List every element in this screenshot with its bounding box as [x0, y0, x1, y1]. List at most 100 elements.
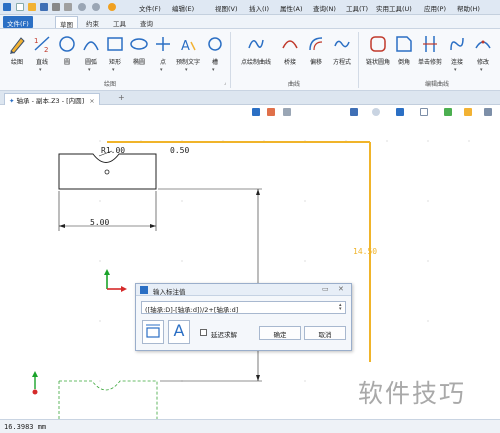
redo-icon[interactable] — [92, 3, 100, 11]
connect-dropdown-icon[interactable]: ▾ — [454, 67, 457, 73]
dialog-minimize-icon[interactable]: ▭ — [322, 285, 329, 293]
top-offset-dimension[interactable]: 0.50 — [170, 146, 189, 155]
display-icon[interactable] — [444, 108, 452, 116]
defer-solve-checkbox[interactable] — [200, 329, 207, 336]
menu-tools[interactable]: 工具(T) — [346, 3, 368, 13]
cancel-button[interactable]: 取消 — [304, 326, 346, 340]
menu-view[interactable]: 视图(V) — [215, 3, 238, 13]
equation-icon — [334, 40, 350, 48]
height-dimension[interactable]: 14.50 — [353, 247, 377, 256]
preset-text-dropdown-icon[interactable]: ▾ — [185, 67, 188, 73]
preset-text-icon: A — [181, 39, 196, 54]
menu-insert[interactable]: 插入(I) — [249, 3, 269, 13]
tab-tools[interactable]: 工具 — [109, 16, 130, 28]
connect-icon — [450, 37, 464, 51]
slot-dropdown-icon[interactable]: ▾ — [212, 67, 215, 73]
pencil-icon — [10, 37, 25, 54]
menu-help[interactable]: 帮助(H) — [457, 3, 480, 13]
filter-icon[interactable] — [283, 108, 291, 116]
document-tab[interactable]: ✦ 轴承 - 副本.Z3 - [内圆] × — [4, 93, 100, 105]
bridge-tool[interactable]: 桥接 — [279, 32, 301, 74]
origin-point — [32, 389, 38, 395]
dialog-app-icon — [140, 286, 148, 294]
tab-file[interactable]: 文件(F) — [3, 16, 33, 28]
chamfer-tool[interactable]: 倒角 — [393, 32, 415, 74]
equation-tool[interactable]: 方程式 — [331, 32, 353, 74]
group-draw-launcher-icon[interactable]: ⌟ — [224, 80, 226, 86]
circle-icon — [59, 36, 75, 52]
arc-icon — [83, 41, 99, 51]
pin-icon[interactable]: ✦ — [9, 97, 14, 105]
circle-tool[interactable]: 圆 — [56, 32, 78, 74]
cursor-coordinate: 16.3983 mm — [4, 423, 47, 431]
view-cube-icon[interactable] — [350, 108, 358, 116]
undo-icon[interactable] — [78, 3, 86, 11]
exit-sketch-icon[interactable] — [252, 108, 260, 116]
dimension-type-icon[interactable] — [142, 320, 164, 344]
point-curve-tool-label: 点绘制曲线 — [240, 59, 271, 66]
line-dropdown-icon[interactable]: ▾ — [39, 67, 42, 73]
expression-spinner-icon[interactable]: ▴ ▾ — [339, 303, 342, 312]
view-options-icon[interactable] — [396, 108, 404, 116]
width-dimension[interactable]: 5.00 — [90, 218, 109, 227]
save-icon[interactable] — [40, 3, 48, 11]
menu-edit[interactable]: 编辑(E) — [172, 3, 194, 13]
layer-icon[interactable] — [464, 108, 472, 116]
slot-tool[interactable]: 槽 ▾ — [204, 32, 226, 74]
slot-icon — [208, 37, 222, 51]
offset-icon — [309, 37, 323, 51]
open-folder-icon[interactable] — [28, 3, 36, 11]
modify-dropdown-icon[interactable]: ▾ — [480, 67, 483, 73]
close-tab-icon[interactable]: × — [89, 97, 94, 105]
menu-query[interactable]: 查询(N) — [313, 3, 336, 13]
dialog-close-icon[interactable]: ✕ — [338, 285, 344, 293]
point-curve-tool[interactable]: 点绘制曲线 — [241, 32, 271, 74]
print-icon[interactable] — [52, 3, 60, 11]
ok-button[interactable]: 确定 — [259, 326, 301, 340]
chain-fillet-tool[interactable]: 链状圆角 — [366, 32, 390, 74]
render-mode-icon[interactable] — [372, 108, 380, 116]
tab-sketch[interactable]: 草图 — [55, 16, 78, 29]
ribbon-tab-strip: 文件(F) 草图 约束 工具 查询 — [0, 15, 500, 29]
menu-file[interactable]: 文件(F) — [139, 3, 161, 13]
point-curve-icon — [248, 39, 264, 49]
input-dimension-dialog: 输入标注值 ▭ ✕ ([轴承:D]-[轴承:d])/2+[轴承:d] ▴ ▾ A … — [135, 283, 352, 351]
draw-tool[interactable]: 绘图 — [6, 32, 28, 74]
settings-icon[interactable] — [108, 3, 116, 11]
part-profile-preview — [58, 380, 158, 419]
app-logo-icon — [3, 3, 11, 11]
preset-text-tool[interactable]: A 预制文字 ▾ — [176, 32, 200, 74]
point-icon — [156, 37, 170, 51]
radius-dimension[interactable]: R1.00 — [101, 146, 125, 155]
offset-tool[interactable]: 偏移 — [305, 32, 327, 74]
point-tool[interactable]: 点 ▾ — [152, 32, 174, 74]
expression-input[interactable]: ([轴承:D]-[轴承:d])/2+[轴承:d] — [141, 301, 346, 314]
arc-dropdown-icon[interactable]: ▾ — [88, 67, 91, 73]
eraser-icon[interactable] — [267, 108, 275, 116]
connect-tool[interactable]: 连接 ▾ — [446, 32, 468, 74]
grid-icon[interactable] — [420, 108, 428, 116]
slot-tool-label: 槽 — [211, 59, 218, 66]
text-style-icon[interactable]: A — [168, 320, 190, 344]
line-tool[interactable]: 12 直线 ▾ — [31, 32, 53, 74]
new-file-icon[interactable] — [16, 3, 24, 11]
menu-attributes[interactable]: 属性(A) — [280, 3, 303, 13]
trim-tool[interactable]: 单击修剪 — [418, 32, 442, 74]
point-dropdown-icon[interactable]: ▾ — [160, 67, 163, 73]
menu-apps[interactable]: 应用(P) — [424, 3, 446, 13]
ellipse-tool[interactable]: 椭圆 — [128, 32, 150, 74]
add-tab-button[interactable]: + — [118, 93, 125, 102]
capture-icon[interactable] — [484, 108, 492, 116]
tab-constraint[interactable]: 约束 — [82, 16, 103, 28]
center-point[interactable] — [104, 169, 110, 175]
arc-tool[interactable]: 圆弧 ▾ — [80, 32, 102, 74]
menu-utilities[interactable]: 实用工具(U) — [376, 3, 412, 13]
part-profile-top[interactable] — [58, 153, 157, 190]
rectangle-dropdown-icon[interactable]: ▾ — [112, 67, 115, 73]
modify-tool[interactable]: 修改 ▾ — [472, 32, 494, 74]
ribbon: 绘图 12 直线 ▾ 圆 圆弧 ▾ 矩形 ▾ 椭圆 点 ▾ A 预制文字 ▾ 槽… — [0, 29, 500, 91]
cut-icon[interactable] — [64, 3, 72, 11]
document-tab-bar: ✦ 轴承 - 副本.Z3 - [内圆] × + — [0, 91, 500, 105]
tab-query[interactable]: 查询 — [136, 16, 157, 28]
rectangle-tool[interactable]: 矩形 ▾ — [104, 32, 126, 74]
